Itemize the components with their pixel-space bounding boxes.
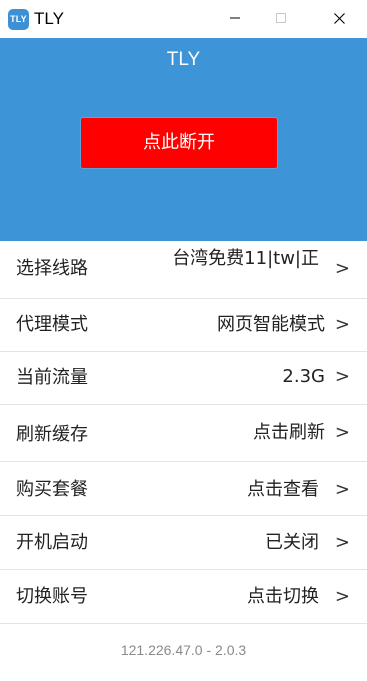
chevron-right-icon: > xyxy=(334,586,350,607)
chevron-right-icon: > xyxy=(334,532,350,553)
app-window: TLY TLY TLY 点此断开 选择线路 台湾免费11|tw|正 > 代理模式… xyxy=(0,0,367,681)
settings-row-autostart[interactable]: 开机启动 已关闭 > xyxy=(0,516,367,570)
traffic-label: 当前流量 xyxy=(16,367,88,388)
chevron-right-icon: > xyxy=(334,366,350,387)
traffic-value: 2.3G xyxy=(282,366,325,387)
version-info: 121.226.47.0 - 2.0.3 xyxy=(120,642,247,658)
app-logo-icon: TLY xyxy=(8,9,29,30)
title-bar[interactable]: TLY TLY xyxy=(0,0,367,38)
chevron-right-icon: > xyxy=(334,258,350,279)
settings-list: 选择线路 台湾免费11|tw|正 > 代理模式 网页智能模式 > 当前流量 2.… xyxy=(0,241,367,624)
chevron-right-icon: > xyxy=(334,422,350,443)
window-title: TLY xyxy=(34,9,64,28)
status-header: TLY 点此断开 xyxy=(0,38,367,241)
disconnect-button[interactable]: 点此断开 xyxy=(81,118,277,168)
minimize-icon xyxy=(230,17,240,19)
settings-row-route[interactable]: 选择线路 台湾免费11|tw|正 > xyxy=(0,241,367,299)
maximize-icon xyxy=(276,13,286,23)
cache-value: 点击刷新 xyxy=(253,422,325,443)
purchase-label: 购买套餐 xyxy=(16,479,88,500)
autostart-value: 已关闭 xyxy=(265,532,319,553)
maximize-button[interactable] xyxy=(258,0,304,36)
proxy-mode-label: 代理模式 xyxy=(16,314,88,335)
purchase-value: 点击查看 xyxy=(247,479,319,500)
route-label: 选择线路 xyxy=(16,258,88,279)
settings-row-traffic[interactable]: 当前流量 2.3G > xyxy=(0,352,367,405)
settings-row-account[interactable]: 切换账号 点击切换 > xyxy=(0,570,367,624)
close-button[interactable] xyxy=(316,0,362,36)
cache-label: 刷新缓存 xyxy=(16,424,88,445)
close-icon xyxy=(333,12,345,24)
chevron-right-icon: > xyxy=(334,479,350,500)
header-title: TLY xyxy=(166,49,201,70)
autostart-label: 开机启动 xyxy=(16,532,88,553)
account-value: 点击切换 xyxy=(247,586,319,607)
route-value: 台湾免费11|tw|正 xyxy=(172,248,319,269)
settings-row-purchase[interactable]: 购买套餐 点击查看 > xyxy=(0,462,367,516)
minimize-button[interactable] xyxy=(212,0,258,36)
proxy-mode-value: 网页智能模式 xyxy=(217,314,325,335)
settings-row-cache[interactable]: 刷新缓存 点击刷新 > xyxy=(0,405,367,462)
chevron-right-icon: > xyxy=(334,314,350,335)
settings-row-proxy-mode[interactable]: 代理模式 网页智能模式 > xyxy=(0,299,367,352)
account-label: 切换账号 xyxy=(16,586,88,607)
